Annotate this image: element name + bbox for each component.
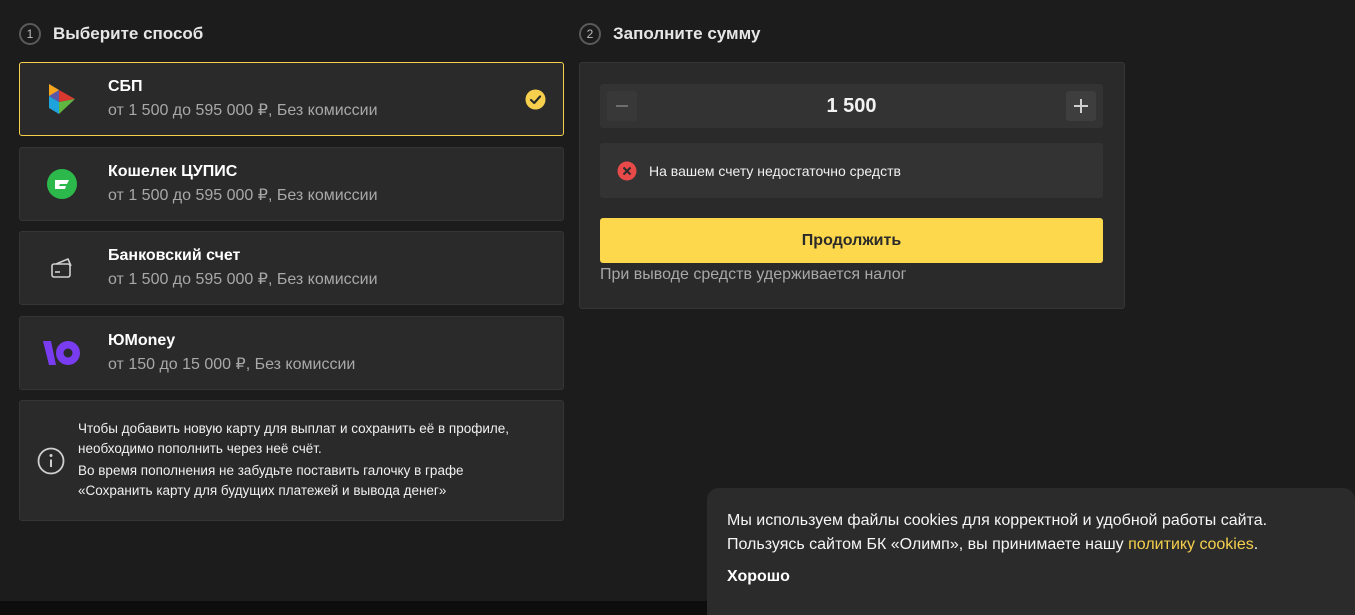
step-1-title: Выберите способ xyxy=(53,24,204,43)
step-1-number: 1 xyxy=(19,23,41,45)
method-limits: от 150 до 15 000 ₽, Без комиссии xyxy=(108,356,356,373)
cookie-accept-button[interactable]: Хорошо xyxy=(727,568,790,586)
cookie-banner: Мы используем файлы cookies для корректн… xyxy=(707,488,1355,615)
amount-value[interactable]: 1 500 xyxy=(600,84,1103,128)
method-title: ЮMoney xyxy=(108,332,176,349)
method-limits: от 1 500 до 595 000 ₽, Без комиссии xyxy=(108,187,378,204)
cookie-text-suffix: . xyxy=(1253,536,1259,553)
cookie-text: Мы используем файлы cookies для корректн… xyxy=(727,509,1267,557)
check-circle-icon xyxy=(525,89,546,110)
amount-panel: 1 500 На вашем счету недостаточно средст… xyxy=(579,62,1125,309)
add-card-info: Чтобы добавить новую карту для выплат и … xyxy=(19,400,564,521)
info-text-2: Во время пополнения не забудьте поставит… xyxy=(78,462,464,498)
cookie-text-line-2: Пользуясь сайтом БК «Олимп», вы принимае… xyxy=(727,536,1129,553)
info-text-1: Чтобы добавить новую карту для выплат и … xyxy=(78,420,510,456)
step-2-title: Заполните сумму xyxy=(613,24,761,43)
error-icon xyxy=(617,161,637,181)
method-yoomoney[interactable]: ЮMoney от 150 до 15 000 ₽, Без комиссии xyxy=(19,316,564,390)
method-cupis-wallet[interactable]: Кошелек ЦУПИС от 1 500 до 595 000 ₽, Без… xyxy=(19,147,564,221)
method-title: Банковский счет xyxy=(108,247,241,264)
sbp-logo-icon xyxy=(40,77,84,121)
step-2-header: 2 Заполните сумму xyxy=(579,23,760,45)
method-limits: от 1 500 до 595 000 ₽, Без комиссии xyxy=(108,271,378,288)
decrease-button[interactable] xyxy=(607,91,637,121)
bottom-bar xyxy=(0,601,707,615)
method-title: Кошелек ЦУПИС xyxy=(108,163,238,180)
error-text: На вашем счету недостаточно средств xyxy=(649,162,901,179)
withdraw-page: 1 Выберите способ 2 Заполните сумму СБП … xyxy=(0,0,1355,615)
continue-button[interactable]: Продолжить xyxy=(600,218,1103,263)
method-title: СБП xyxy=(108,78,143,95)
increase-button[interactable] xyxy=(1066,91,1096,121)
cupis-wallet-icon xyxy=(40,162,84,206)
amount-stepper: 1 500 xyxy=(600,84,1103,128)
step-1-header: 1 Выберите способ xyxy=(19,23,203,45)
method-limits: от 1 500 до 595 000 ₽, Без комиссии xyxy=(108,102,378,119)
minus-icon xyxy=(616,105,628,107)
yoomoney-logo-icon xyxy=(40,331,84,375)
info-icon xyxy=(36,446,66,476)
cookie-policy-link[interactable]: политику cookies xyxy=(1128,536,1254,553)
method-sbp[interactable]: СБП от 1 500 до 595 000 ₽, Без комиссии xyxy=(19,62,564,136)
cookie-text-line-1: Мы используем файлы cookies для корректн… xyxy=(727,512,1268,529)
step-2-number: 2 xyxy=(579,23,601,45)
bank-card-icon xyxy=(40,246,84,290)
method-bank-account[interactable]: Банковский счет от 1 500 до 595 000 ₽, Б… xyxy=(19,231,564,305)
tax-note: При выводе средств удерживается налог xyxy=(600,266,907,283)
plus-icon xyxy=(1074,99,1088,113)
insufficient-funds-alert: На вашем счету недостаточно средств xyxy=(600,143,1103,198)
